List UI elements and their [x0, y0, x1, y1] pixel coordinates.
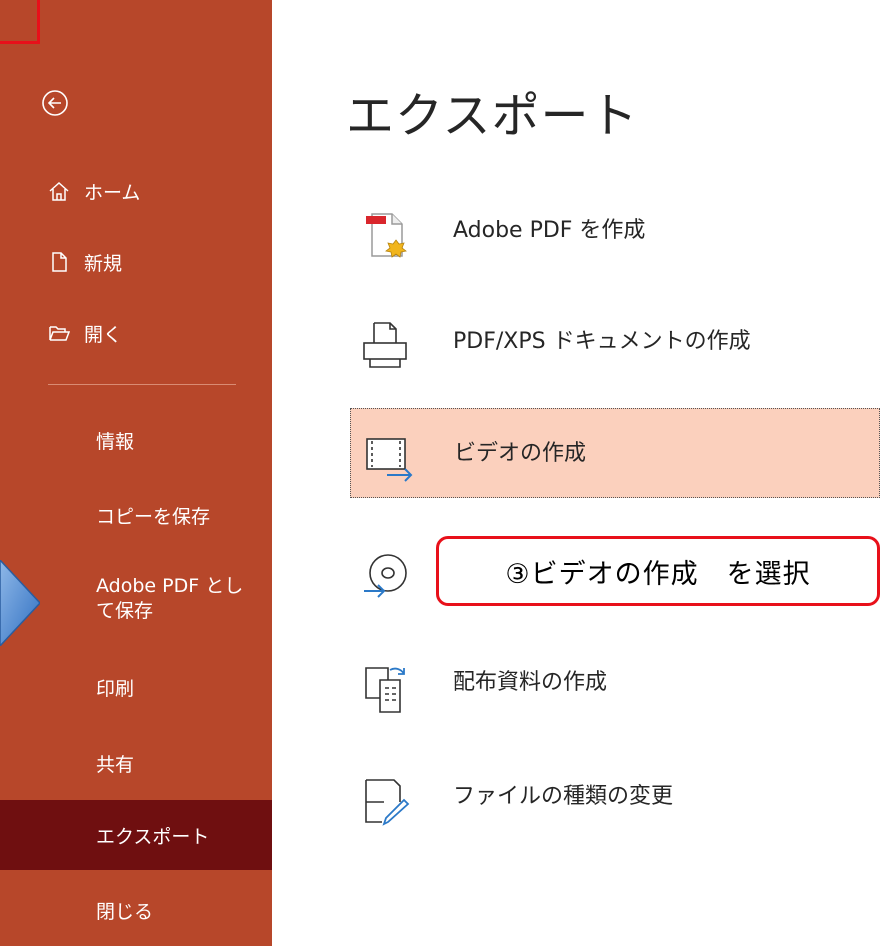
nav-save-adobe-pdf[interactable]: Adobe PDF として保存 [0, 564, 272, 640]
nav-save-copy[interactable]: コピーを保存 [0, 490, 272, 540]
nav-new[interactable]: 新規 [0, 237, 272, 287]
option-adobe-pdf-label: Adobe PDF を作成 [453, 218, 646, 243]
nav-home[interactable]: ホーム [0, 166, 272, 216]
change-file-type-icon [365, 779, 410, 826]
adobe-pdf-icon [366, 213, 407, 258]
nav-print-label: 印刷 [96, 677, 135, 700]
blue-arrow-annotation [0, 560, 40, 646]
nav-close[interactable]: 閉じる [0, 885, 272, 935]
backstage-sidebar: ホーム 新規 開く 情報 コピーを保存 Adobe PDF として保存 印刷 共… [0, 0, 272, 946]
instruction-callout: ③ビデオの作成 を選択 [436, 536, 880, 606]
option-change-file-type-label: ファイルの種類の変更 [453, 784, 674, 809]
nav-home-label: ホーム [84, 181, 141, 204]
back-button[interactable] [40, 88, 70, 118]
annotation-box-corner [0, 0, 40, 44]
cd-icon [364, 554, 407, 598]
nav-export-label: エクスポート [96, 825, 210, 848]
nav-info-label: 情報 [96, 430, 135, 453]
pdf-xps-icon [363, 322, 407, 368]
nav-open-label: 開く [84, 323, 123, 346]
new-document-icon [52, 252, 67, 272]
nav-save-copy-label: コピーを保存 [96, 505, 211, 528]
option-pdf-xps[interactable]: PDF/XPS ドキュメントの作成 [350, 297, 880, 387]
option-handouts-label: 配布資料の作成 [453, 670, 608, 695]
nav-save-adobe-pdf-label: Adobe PDF として保存 [96, 575, 244, 622]
nav-export[interactable]: エクスポート [0, 800, 272, 870]
nav-new-label: 新規 [84, 252, 123, 275]
nav-close-label: 閉じる [96, 900, 154, 923]
option-create-video[interactable]: ビデオの作成 [350, 408, 880, 498]
nav-open[interactable]: 開く [0, 308, 272, 358]
handout-icon [365, 667, 405, 713]
video-icon [366, 438, 413, 482]
nav-print[interactable]: 印刷 [0, 662, 272, 712]
nav-share-label: 共有 [96, 753, 135, 776]
folder-open-icon [49, 326, 70, 341]
nav-share[interactable]: 共有 [0, 738, 272, 788]
option-pdf-xps-label: PDF/XPS ドキュメントの作成 [453, 329, 751, 354]
page-title: エクスポート [346, 88, 639, 144]
option-change-file-type[interactable]: ファイルの種類の変更 [350, 752, 880, 842]
home-icon [49, 181, 69, 201]
option-create-video-label: ビデオの作成 [454, 441, 587, 466]
back-arrow-circle-icon [42, 90, 68, 116]
option-adobe-pdf[interactable]: Adobe PDF を作成 [350, 186, 880, 276]
nav-info[interactable]: 情報 [0, 415, 272, 465]
option-handouts[interactable]: 配布資料の作成 [350, 638, 880, 728]
sidebar-divider [48, 384, 236, 385]
